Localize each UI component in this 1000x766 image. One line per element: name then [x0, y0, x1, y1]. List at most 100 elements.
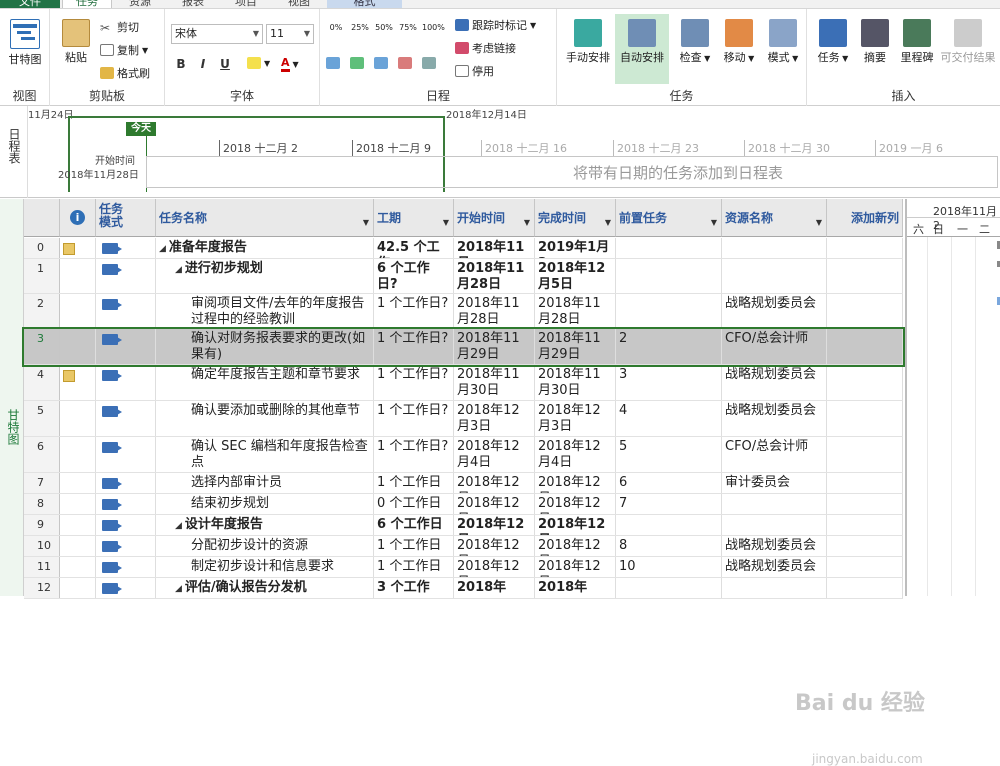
- insert-milestone-button[interactable]: 里程碑: [897, 19, 937, 65]
- cell-task-name[interactable]: 审阅项目文件/去年的年度报告过程中的经验教训: [156, 294, 374, 328]
- cell-duration[interactable]: 1 个工作日: [374, 536, 454, 556]
- insert-summary-button[interactable]: 摘要: [855, 19, 895, 65]
- cell-pred[interactable]: [616, 515, 722, 535]
- cell-task-name[interactable]: 确认 SEC 编档和年度报告检查点: [156, 437, 374, 472]
- cell-pred[interactable]: [616, 578, 722, 598]
- cell-finish[interactable]: 2018年11月29日: [535, 329, 616, 364]
- cell-task-name[interactable]: 制定初步设计和信息要求: [156, 557, 374, 577]
- cell-start[interactable]: 2018年12月: [454, 473, 535, 493]
- cell-task-mode[interactable]: [96, 238, 156, 258]
- inspect-button[interactable]: 检查 ▼: [675, 19, 715, 65]
- header-duration[interactable]: 工期 ▼: [374, 199, 454, 237]
- cell-duration[interactable]: 42.5 个工作: [374, 238, 454, 258]
- cell-task-name[interactable]: ◢ 进行初步规划: [156, 259, 374, 293]
- cell-res[interactable]: CFO/总会计师: [722, 437, 827, 472]
- cut-button[interactable]: ✂ 剪切: [100, 19, 139, 35]
- cell-task-mode[interactable]: [96, 515, 156, 535]
- bold-button[interactable]: B: [173, 57, 189, 71]
- pct-75-button[interactable]: 75%: [398, 23, 418, 32]
- cell-res[interactable]: [722, 259, 827, 293]
- cell-task-name[interactable]: 确认要添加或删除的其他章节: [156, 401, 374, 436]
- cell-indicator[interactable]: [60, 494, 96, 514]
- cell-add-column[interactable]: [827, 557, 903, 577]
- deliverable-button[interactable]: 可交付结果: [937, 19, 999, 65]
- cell-finish[interactable]: 2019年1月2: [535, 238, 616, 258]
- cell-add-column[interactable]: [827, 473, 903, 493]
- row-number[interactable]: 8: [24, 494, 60, 514]
- table-row[interactable]: 10分配初步设计的资源1 个工作日2018年12月2018年12月8战略规划委员…: [24, 536, 903, 557]
- pct-100-button[interactable]: 100%: [422, 23, 445, 32]
- row-number[interactable]: 7: [24, 473, 60, 493]
- cell-finish[interactable]: 2018年12月: [535, 473, 616, 493]
- cell-pred[interactable]: [616, 294, 722, 328]
- cell-indicator[interactable]: [60, 294, 96, 328]
- table-row[interactable]: 8结束初步规划0 个工作日2018年12月2018年12月7: [24, 494, 903, 515]
- row-number[interactable]: 1: [24, 259, 60, 293]
- cell-duration[interactable]: 1 个工作日?: [374, 437, 454, 472]
- cell-pred[interactable]: 10: [616, 557, 722, 577]
- cell-task-mode[interactable]: [96, 401, 156, 436]
- cell-task-mode[interactable]: [96, 365, 156, 400]
- cell-task-name[interactable]: ◢ 设计年度报告: [156, 515, 374, 535]
- font-color-button[interactable]: A ▼: [281, 57, 299, 72]
- cell-res[interactable]: [722, 494, 827, 514]
- cell-indicator[interactable]: [60, 515, 96, 535]
- row-number[interactable]: 12: [24, 578, 60, 598]
- cell-task-mode[interactable]: [96, 494, 156, 514]
- table-row[interactable]: 0◢准备年度报告42.5 个工作2018年11月2019年1月2: [24, 238, 903, 259]
- header-finish[interactable]: 完成时间 ▼: [535, 199, 616, 237]
- cell-pred[interactable]: 5: [616, 437, 722, 472]
- cell-indicator[interactable]: [60, 557, 96, 577]
- cell-res[interactable]: 战略规划委员会: [722, 401, 827, 436]
- header-task-mode[interactable]: 任务 模式: [96, 199, 156, 237]
- cell-res[interactable]: [722, 578, 827, 598]
- mark-on-track-icon[interactable]: [326, 57, 340, 69]
- cell-duration[interactable]: 3 个工作: [374, 578, 454, 598]
- cell-res[interactable]: CFO/总会计师: [722, 329, 827, 364]
- timeline-bar[interactable]: [146, 156, 998, 188]
- cell-indicator[interactable]: [60, 473, 96, 493]
- table-row[interactable]: 7选择内部审计员1 个工作日2018年12月2018年12月6审计委员会: [24, 473, 903, 494]
- cell-finish[interactable]: 2018年12月3日: [535, 401, 616, 436]
- unlink-icon[interactable]: [398, 57, 412, 69]
- respect-links-button[interactable]: 考虑链接: [455, 40, 516, 56]
- manual-schedule-button[interactable]: 手动安排: [561, 19, 615, 65]
- table-row[interactable]: 5 确认要添加或删除的其他章节 1 个工作日? 2018年12月3日 2018年12月3…: [24, 401, 903, 437]
- cell-finish[interactable]: 2018年12月: [535, 536, 616, 556]
- pct-0-button[interactable]: 0%: [326, 23, 346, 32]
- cell-task-mode[interactable]: [96, 329, 156, 364]
- cell-res[interactable]: 战略规划委员会: [722, 294, 827, 328]
- cell-start[interactable]: 2018年11月: [454, 238, 535, 258]
- cell-pred[interactable]: 6: [616, 473, 722, 493]
- mode-button[interactable]: 模式 ▼: [763, 19, 803, 65]
- header-predecessors[interactable]: 前置任务 ▼: [616, 199, 722, 237]
- table-row[interactable]: 2 审阅项目文件/去年的年度报告过程中的经验教训 1 个工作日? 2018年11月28…: [24, 294, 903, 329]
- cell-start[interactable]: 2018年12月: [454, 536, 535, 556]
- cell-duration[interactable]: 1 个工作日: [374, 557, 454, 577]
- font-name-select[interactable]: 宋体 ▼: [171, 24, 263, 44]
- highlight-color-button[interactable]: ▼: [247, 57, 270, 69]
- format-painter-button[interactable]: 格式刷: [100, 65, 150, 81]
- cell-start[interactable]: 2018年11月30日: [454, 365, 535, 400]
- header-info[interactable]: i: [60, 199, 96, 237]
- cell-pred[interactable]: 3: [616, 365, 722, 400]
- tab-format[interactable]: 格式: [327, 0, 402, 8]
- cell-duration[interactable]: 6 个工作日?: [374, 259, 454, 293]
- tab-report[interactable]: 报表: [168, 0, 218, 8]
- move-button[interactable]: 移动 ▼: [719, 19, 759, 65]
- cell-add-column[interactable]: [827, 238, 903, 258]
- tab-task[interactable]: 任务: [62, 0, 112, 8]
- font-size-select[interactable]: 11 ▼: [266, 24, 314, 44]
- cell-start[interactable]: 2018年: [454, 578, 535, 598]
- cell-duration[interactable]: 1 个工作日?: [374, 365, 454, 400]
- cell-indicator[interactable]: [60, 329, 96, 364]
- tab-project[interactable]: 项目: [221, 0, 271, 8]
- cell-duration[interactable]: 1 个工作日?: [374, 294, 454, 328]
- cell-finish[interactable]: 2018年12月: [535, 494, 616, 514]
- pct-25-button[interactable]: 25%: [350, 23, 370, 32]
- row-number[interactable]: 6: [24, 437, 60, 472]
- cell-duration[interactable]: 0 个工作日: [374, 494, 454, 514]
- cell-add-column[interactable]: [827, 294, 903, 328]
- cell-start[interactable]: 2018年11月28日: [454, 294, 535, 328]
- pct-50-button[interactable]: 50%: [374, 23, 394, 32]
